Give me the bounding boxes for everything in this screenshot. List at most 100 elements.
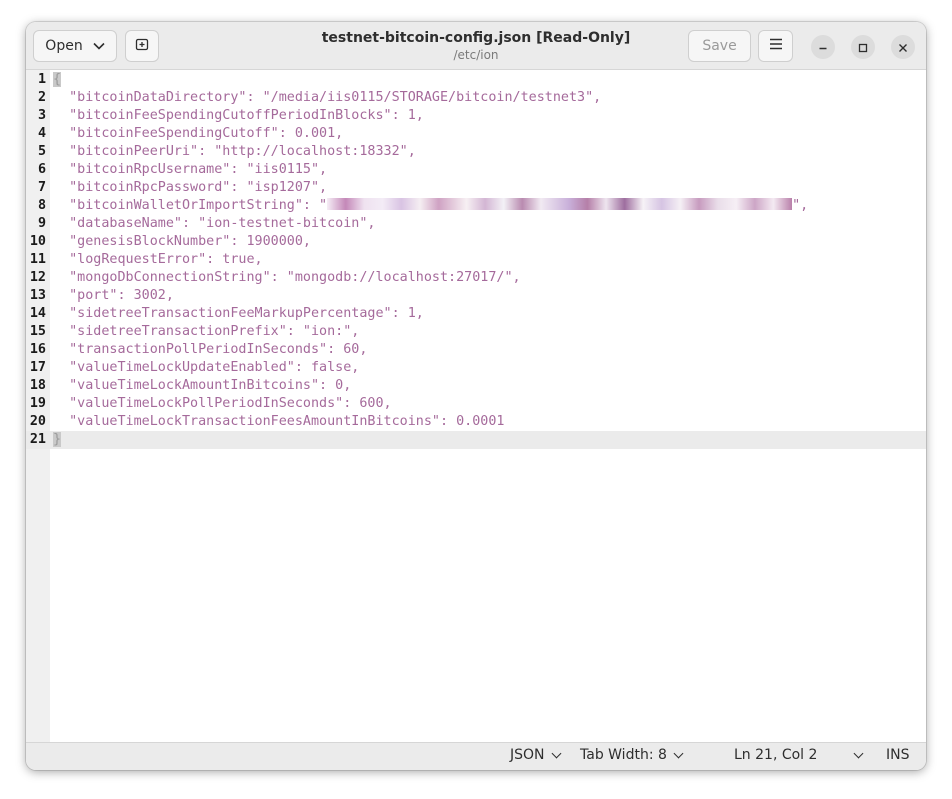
line-number: 13 <box>29 288 46 303</box>
code-text: "bitcoinFeeSpendingCutoff": 0.001, <box>53 126 344 141</box>
status-bar: JSON Tab Width: 8 Ln 21, Col 2 INS <box>26 742 926 770</box>
code-line[interactable]: 14 "sidetreeTransactionFeeMarkupPercenta… <box>26 305 926 323</box>
code-text: "sidetreeTransactionFeeMarkupPercentage"… <box>53 306 424 321</box>
maximize-button[interactable] <box>851 35 875 59</box>
bracket-match: { <box>53 72 62 87</box>
line-number: 11 <box>29 252 46 267</box>
code-text: "databaseName": "ion-testnet-bitcoin", <box>53 216 376 231</box>
code-line[interactable]: 3 "bitcoinFeeSpendingCutoffPeriodInBlock… <box>26 107 926 125</box>
code-text: "valueTimeLockAmountInBitcoins": 0, <box>53 378 352 393</box>
insert-mode-indicator[interactable]: INS <box>886 747 910 763</box>
code-text: "genesisBlockNumber": 1900000, <box>53 234 311 249</box>
code-text: "port": 3002, <box>53 288 174 303</box>
code-text-prefix: "bitcoinWalletOrImportString": " <box>53 198 328 213</box>
code-line[interactable]: 5 "bitcoinPeerUri": "http://localhost:18… <box>26 143 926 161</box>
line-number: 9 <box>37 216 46 231</box>
hamburger-menu-icon <box>769 38 783 54</box>
bracket-match: } <box>53 432 62 447</box>
code-line[interactable]: 10 "genesisBlockNumber": 1900000, <box>26 233 926 251</box>
window-subtitle: /etc/ion <box>453 48 499 62</box>
line-number: 8 <box>37 198 46 213</box>
code-text: } <box>53 431 62 449</box>
tab-width-selector[interactable]: Tab Width: 8 <box>580 747 684 763</box>
code-line[interactable]: 21} <box>26 431 926 449</box>
chevron-down-icon <box>93 38 105 54</box>
code-text: "logRequestError": true, <box>53 252 263 267</box>
cursor-position-label: Ln 21, Col 2 <box>734 747 818 763</box>
line-number: 10 <box>29 234 46 249</box>
code-text: "bitcoinRpcPassword": "isp1207", <box>53 180 328 195</box>
insert-mode-label: INS <box>886 747 910 763</box>
code-text: "sidetreeTransactionPrefix": "ion:", <box>53 324 360 339</box>
line-number: 4 <box>37 126 46 141</box>
line-number: 2 <box>37 90 46 105</box>
minimize-button[interactable] <box>811 35 835 59</box>
language-selector[interactable]: JSON <box>510 747 561 763</box>
line-number: 7 <box>37 180 46 195</box>
code-line[interactable]: 13 "port": 3002, <box>26 287 926 305</box>
minimize-icon <box>818 38 828 57</box>
code-line[interactable]: 8 "bitcoinWalletOrImportString": " ", <box>26 197 926 215</box>
code-text: "mongoDbConnectionString": "mongodb://lo… <box>53 270 521 285</box>
code-text: "bitcoinDataDirectory": "/media/iis0115/… <box>53 90 602 105</box>
line-number: 5 <box>37 144 46 159</box>
line-number: 17 <box>29 360 46 375</box>
line-number: 3 <box>37 108 46 123</box>
open-button[interactable]: Open <box>33 30 117 62</box>
line-number: 20 <box>29 414 46 429</box>
new-tab-icon <box>134 36 150 56</box>
code-text: "bitcoinWalletOrImportString": " ", <box>53 197 808 215</box>
window-title: testnet-bitcoin-config.json [Read-Only] <box>321 30 631 46</box>
code-line[interactable]: 16 "transactionPollPeriodInSeconds": 60, <box>26 341 926 359</box>
redacted-value <box>327 198 793 210</box>
line-number: 15 <box>29 324 46 339</box>
open-button-label: Open <box>45 38 83 54</box>
code-line[interactable]: 2 "bitcoinDataDirectory": "/media/iis011… <box>26 89 926 107</box>
line-number: 12 <box>29 270 46 285</box>
text-editor-window: Open testnet-bitcoin-config.json [Read-O… <box>26 22 926 770</box>
maximize-icon <box>858 38 868 57</box>
code-line[interactable]: 7 "bitcoinRpcPassword": "isp1207", <box>26 179 926 197</box>
code-text: { <box>53 71 62 89</box>
line-number: 18 <box>29 378 46 393</box>
code-text: "bitcoinRpcUsername": "iis0115", <box>53 162 328 177</box>
close-icon <box>898 38 908 57</box>
save-button[interactable]: Save <box>688 30 751 62</box>
code-line[interactable]: 17 "valueTimeLockUpdateEnabled": false, <box>26 359 926 377</box>
code-text: "valueTimeLockPollPeriodInSeconds": 600, <box>53 396 392 411</box>
code-text: "bitcoinPeerUri": "http://localhost:1833… <box>53 144 416 159</box>
code-line[interactable]: 19 "valueTimeLockPollPeriodInSeconds": 6… <box>26 395 926 413</box>
cursor-position-selector[interactable]: Ln 21, Col 2 <box>734 747 864 763</box>
code-line[interactable]: 20 "valueTimeLockTransactionFeesAmountIn… <box>26 413 926 431</box>
line-number: 1 <box>37 72 46 87</box>
text-editor-area[interactable]: 1{2 "bitcoinDataDirectory": "/media/iis0… <box>26 70 926 742</box>
new-tab-button[interactable] <box>125 30 159 62</box>
window-title-area: testnet-bitcoin-config.json [Read-Only] … <box>276 29 676 63</box>
tab-width-label: Tab Width: 8 <box>580 747 667 763</box>
line-number: 19 <box>29 396 46 411</box>
code-line[interactable]: 11 "logRequestError": true, <box>26 251 926 269</box>
main-menu-button[interactable] <box>758 30 793 62</box>
code-line[interactable]: 18 "valueTimeLockAmountInBitcoins": 0, <box>26 377 926 395</box>
code-text: "valueTimeLockTransactionFeesAmountInBit… <box>53 414 505 429</box>
code-line[interactable]: 15 "sidetreeTransactionPrefix": "ion:", <box>26 323 926 341</box>
line-number: 16 <box>29 342 46 357</box>
chevron-down-icon <box>673 748 684 758</box>
code-line[interactable]: 9 "databaseName": "ion-testnet-bitcoin", <box>26 215 926 233</box>
code-text: "valueTimeLockUpdateEnabled": false, <box>53 360 360 375</box>
code-text-suffix: ", <box>792 198 809 213</box>
code-text: "transactionPollPeriodInSeconds": 60, <box>53 342 368 357</box>
code-line[interactable]: 4 "bitcoinFeeSpendingCutoff": 0.001, <box>26 125 926 143</box>
chevron-down-icon <box>551 748 561 758</box>
line-number: 21 <box>29 432 46 447</box>
chevron-down-icon <box>853 748 864 758</box>
line-number: 6 <box>37 162 46 177</box>
line-number: 14 <box>29 306 46 321</box>
code-line[interactable]: 12 "mongoDbConnectionString": "mongodb:/… <box>26 269 926 287</box>
close-button[interactable] <box>891 35 915 59</box>
header-bar: Open testnet-bitcoin-config.json [Read-O… <box>26 22 926 70</box>
code-line[interactable]: 1{ <box>26 71 926 89</box>
code-text: "bitcoinFeeSpendingCutoffPeriodInBlocks"… <box>53 108 424 123</box>
language-label: JSON <box>510 747 545 763</box>
code-line[interactable]: 6 "bitcoinRpcUsername": "iis0115", <box>26 161 926 179</box>
